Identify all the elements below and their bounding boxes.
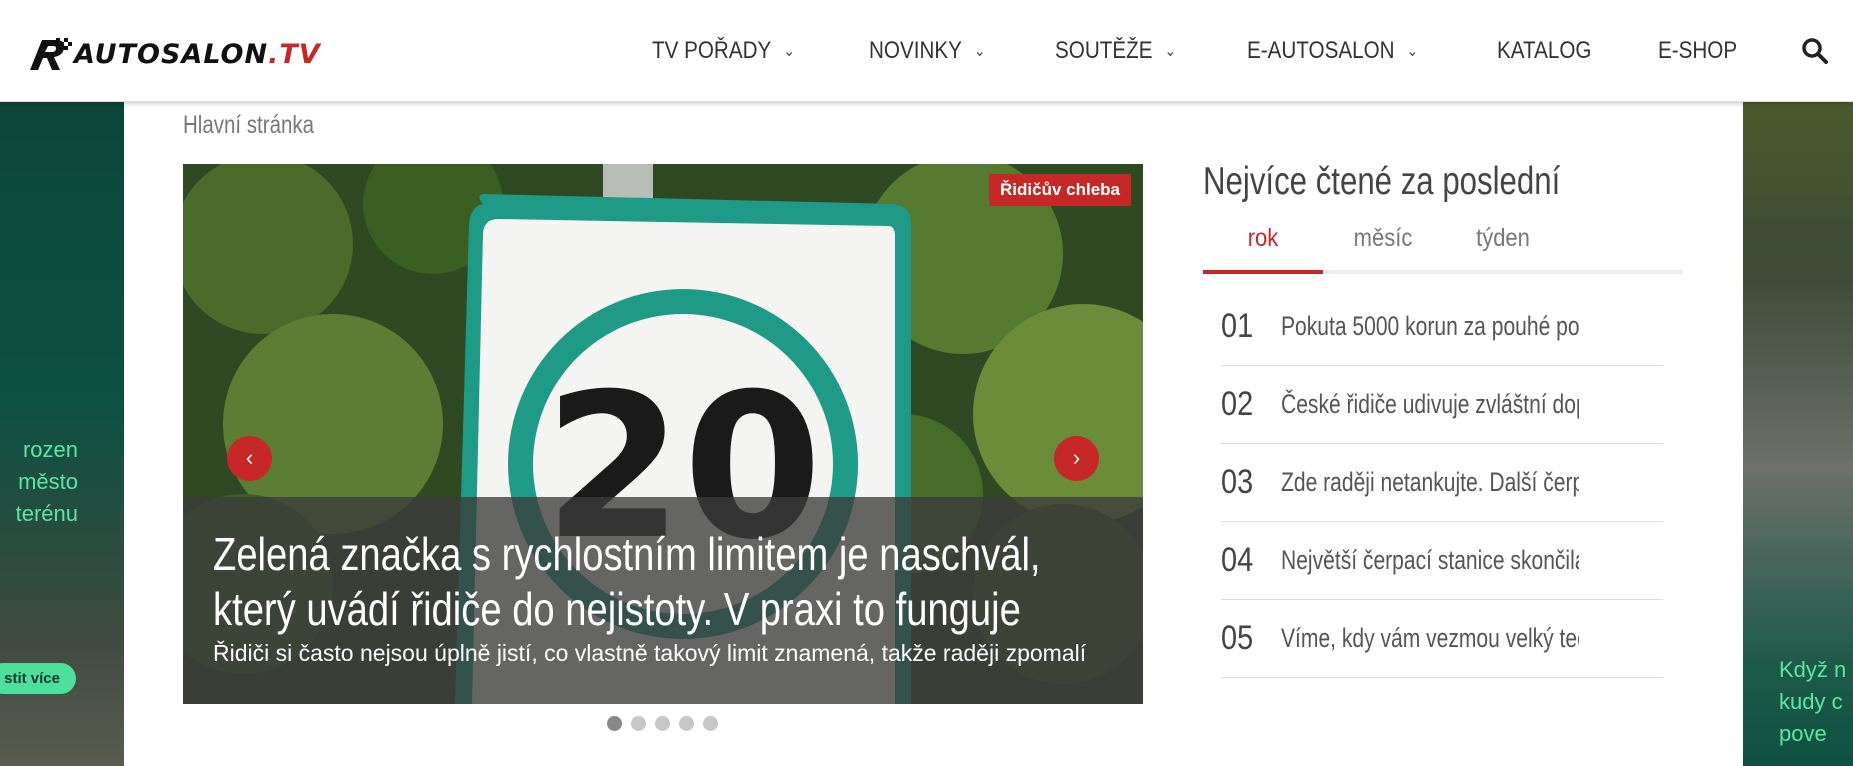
slider-prev-button[interactable]: ‹ [227, 436, 272, 481]
rank-number: 01 [1221, 307, 1254, 345]
list-item[interactable]: 04 Největší čerpací stanice skončila s p… [1221, 522, 1663, 600]
active-tab-indicator [1203, 270, 1323, 274]
site-header: AUTOSALON.TV TV POŘADY ⌄ NOVINKY ⌄ SOUTĚŽE… [0, 0, 1853, 102]
chevron-left-icon: ‹ [245, 445, 254, 470]
article-link[interactable]: Pokuta 5000 korun za pouhé poděkován... [1281, 311, 1579, 342]
list-item[interactable]: 02 České řidiče udivuje zvláštní dopravn… [1221, 366, 1663, 444]
most-read-tabs: rok měsíc týden [1203, 214, 1683, 274]
slide-subtitle: Řidiči si často nejsou úplně jistí, co v… [213, 640, 1087, 666]
checkered-flag-logo-icon [30, 38, 72, 70]
list-item[interactable]: 03 Zde raději netankujte. Další čerpací … [1221, 444, 1663, 522]
nav-katalog[interactable]: KATALOG [1497, 37, 1591, 65]
tab-rok[interactable]: rok [1210, 214, 1316, 270]
slider-next-button[interactable]: › [1054, 436, 1099, 481]
rank-number: 04 [1221, 541, 1254, 579]
chevron-down-icon: ⌄ [783, 42, 795, 60]
main-content: Hlavní stránka 20 Řidičův chleba ‹ › Zel… [124, 101, 1743, 766]
slide-title[interactable]: Zelená značka s rychlostním limitem je n… [213, 527, 1093, 637]
site-logo[interactable]: AUTOSALON.TV [26, 34, 321, 74]
ad-right-text: Když n kudy c pove [1779, 657, 1847, 746]
rank-number: 03 [1221, 463, 1254, 501]
tab-tyden[interactable]: týden [1450, 214, 1556, 270]
slider-pagination [607, 716, 727, 731]
featured-slider[interactable]: 20 Řidičův chleba ‹ › Zelená značka s ry… [183, 164, 1143, 704]
slide-caption[interactable]: Zelená značka s rychlostním limitem je n… [183, 497, 1143, 704]
article-link[interactable]: České řidiče udivuje zvláštní dopravní z… [1281, 389, 1579, 420]
logo-text: AUTOSALON.TV [74, 38, 321, 70]
tab-mesic[interactable]: měsíc [1330, 214, 1436, 270]
list-item[interactable]: 01 Pokuta 5000 korun za pouhé poděkován.… [1221, 288, 1663, 366]
rank-number: 02 [1221, 385, 1254, 423]
ad-left-text: rozen město terénu [15, 437, 78, 526]
slider-dot[interactable] [607, 716, 622, 731]
list-item[interactable]: 05 Víme, kdy vám vezmou velký techničák.… [1221, 600, 1663, 678]
chevron-down-icon: ⌄ [973, 42, 986, 60]
article-link[interactable]: Největší čerpací stanice skončila s prod… [1281, 545, 1579, 576]
search-icon[interactable] [1801, 37, 1829, 65]
nav-souteze[interactable]: SOUTĚŽE ⌄ [1055, 37, 1176, 65]
left-advertisement[interactable]: rozen město terénu stit více [0, 101, 124, 766]
right-advertisement[interactable]: Když n kudy c pove [1743, 101, 1853, 766]
most-read-title: Nejvíce čtené za poslední [1203, 160, 1561, 203]
slider-dot[interactable] [703, 716, 718, 731]
nav-tv-porady[interactable]: TV POŘADY ⌄ [652, 37, 795, 65]
main-nav: TV POŘADY ⌄ NOVINKY ⌄ SOUTĚŽE ⌄ E-AUTOSALON… [652, 0, 1853, 101]
nav-novinky[interactable]: NOVINKY ⌄ [869, 37, 985, 65]
most-read-widget: Nejvíce čtené za poslední rok měsíc týde… [1203, 160, 1683, 678]
article-link[interactable]: Zde raději netankujte. Další čerpací sta… [1281, 467, 1579, 498]
chevron-down-icon: ⌄ [1164, 42, 1177, 60]
slider-dot[interactable] [655, 716, 670, 731]
breadcrumb[interactable]: Hlavní stránka [183, 111, 314, 140]
rank-number: 05 [1221, 619, 1254, 657]
chevron-right-icon: › [1072, 445, 1081, 470]
chevron-down-icon: ⌄ [1406, 42, 1419, 60]
article-link[interactable]: Víme, kdy vám vezmou velký techničák. ..… [1281, 623, 1579, 654]
nav-e-autosalon[interactable]: E-AUTOSALON ⌄ [1247, 37, 1418, 65]
slider-dot[interactable] [631, 716, 646, 731]
slider-dot[interactable] [679, 716, 694, 731]
nav-e-shop[interactable]: E-SHOP [1658, 37, 1737, 65]
category-badge[interactable]: Řidičův chleba [989, 174, 1131, 206]
most-read-list: 01 Pokuta 5000 korun za pouhé poděkován.… [1221, 288, 1663, 678]
ad-learn-more-button[interactable]: stit více [0, 663, 76, 694]
